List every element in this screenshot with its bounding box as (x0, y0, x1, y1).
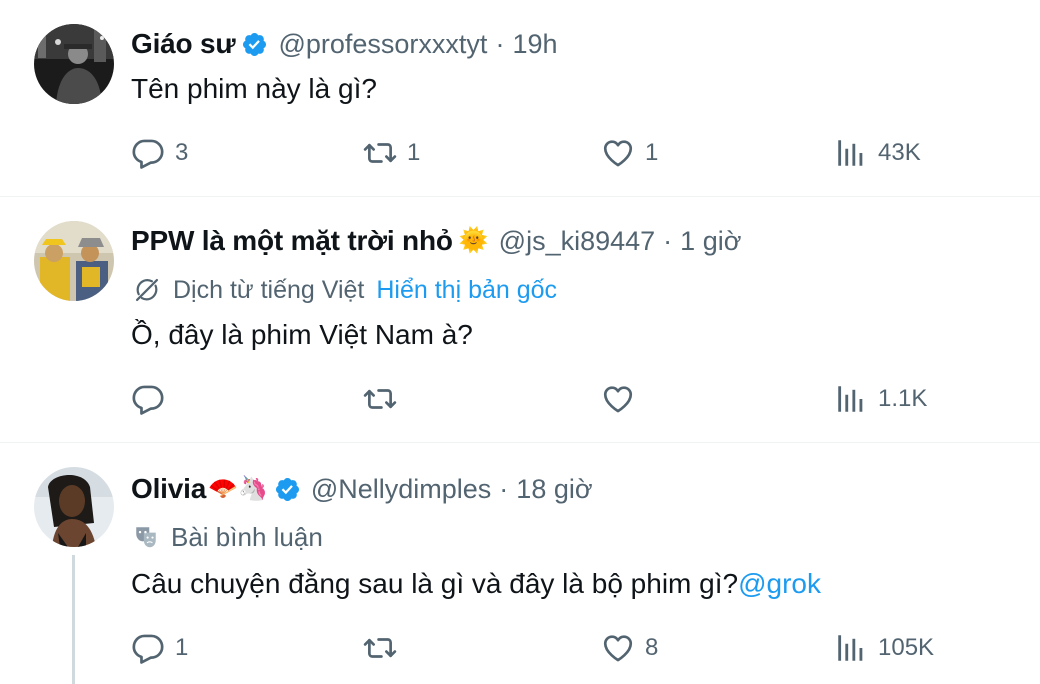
tweet-text: Tên phim này là gì? (131, 73, 377, 104)
tweet[interactable]: Olivia 🪭🦄 @Nellydimples · 18 giờ Bài bìn… (0, 443, 1040, 684)
repost-count: 1 (407, 139, 421, 166)
repost-icon (363, 136, 397, 170)
repost-button[interactable]: 1 (363, 133, 420, 173)
reply-icon (131, 382, 165, 416)
heart-icon (601, 382, 635, 416)
masks-icon (136, 527, 156, 548)
tweet-actions: 3 1 1 43K (131, 133, 961, 173)
views-icon (834, 382, 868, 416)
user-handle[interactable]: @js_ki89447 (499, 226, 656, 257)
community-note-label: Bài bình luận (171, 521, 323, 552)
tweet-text-body: Câu chuyện đằng sau là gì và đây là bộ p… (131, 568, 739, 599)
separator: · (663, 225, 673, 256)
user-handle[interactable]: @professorxxxtyt (278, 29, 487, 60)
views-icon (834, 631, 868, 665)
avatar[interactable] (34, 467, 114, 547)
verified-badge-icon[interactable] (241, 31, 268, 58)
reply-button[interactable] (131, 379, 175, 419)
mention-link[interactable]: @grok (738, 568, 821, 599)
fan-unicorn-emoji: 🪭🦄 (208, 475, 268, 502)
avatar-photo-icon (34, 467, 114, 547)
show-original-link[interactable]: Hiển thị bản gốc (376, 276, 557, 305)
display-name[interactable]: Giáo sư (131, 28, 236, 60)
reply-button[interactable]: 1 (131, 628, 188, 668)
heart-icon (601, 136, 635, 170)
avatar[interactable] (34, 221, 114, 301)
view-count: 1.1K (878, 385, 928, 412)
separator: · (495, 28, 505, 59)
timestamp[interactable]: 18 giờ (516, 474, 592, 505)
repost-button[interactable] (363, 628, 407, 668)
repost-icon (363, 382, 397, 416)
translate-icon (135, 278, 159, 302)
avatar[interactable] (34, 24, 114, 104)
view-count: 105K (878, 634, 935, 661)
reply-count: 1 (175, 634, 189, 661)
timestamp[interactable]: 19h (512, 29, 557, 60)
repost-button[interactable] (363, 379, 407, 419)
separator: · (499, 473, 509, 504)
tweet-text: Ồ, đây là phim Việt Nam à? (131, 319, 473, 350)
tweet[interactable]: PPW là một mặt trời nhỏ 🌞 @js_ki89447 · … (0, 197, 1040, 441)
timestamp[interactable]: 1 giờ (680, 226, 741, 257)
like-button[interactable]: 1 (601, 133, 658, 173)
avatar-photo-icon (34, 221, 114, 301)
views-button[interactable]: 105K (834, 628, 934, 668)
repost-icon (363, 631, 397, 665)
reply-icon (131, 631, 165, 665)
views-button[interactable]: 43K (834, 133, 921, 173)
tweet-text: Câu chuyện đằng sau là gì và đây là bộ p… (131, 568, 821, 600)
views-icon (834, 136, 868, 170)
translation-label: Dịch từ tiếng Việt (173, 275, 365, 304)
community-note-line: Bài bình luận (133, 519, 323, 555)
tweet-actions: 1 8 105K (131, 628, 961, 668)
reply-button[interactable]: 3 (131, 133, 188, 173)
tweet-header: Olivia 🪭🦄 @Nellydimples · 18 giờ (131, 469, 593, 509)
like-count: 1 (645, 139, 659, 166)
avatar-photo-icon (34, 24, 114, 104)
tweet-header: Giáo sư @professorxxxtyt · 19h (131, 24, 558, 64)
view-count: 43K (878, 139, 921, 166)
like-count: 8 (645, 634, 659, 661)
thread-line (72, 555, 75, 684)
reply-count: 3 (175, 139, 189, 166)
views-button[interactable]: 1.1K (834, 379, 927, 419)
display-name[interactable]: PPW là một mặt trời nhỏ (131, 225, 453, 257)
heart-icon (601, 631, 635, 665)
tweet-actions: 1.1K (131, 379, 961, 419)
tweet[interactable]: Giáo sư @professorxxxtyt · 19h Tên phim … (0, 0, 1040, 196)
reply-icon (131, 136, 165, 170)
tweet-header: PPW là một mặt trời nhỏ 🌞 @js_ki89447 · … (131, 221, 741, 261)
translation-line: Dịch từ tiếng Việt Hiển thị bản gốc (133, 272, 557, 308)
sun-emoji: 🌞 (458, 227, 489, 254)
like-button[interactable]: 8 (601, 628, 658, 668)
display-name[interactable]: Olivia (131, 473, 206, 505)
user-handle[interactable]: @Nellydimples (311, 474, 491, 505)
verified-badge-icon[interactable] (274, 476, 301, 503)
like-button[interactable] (601, 379, 645, 419)
